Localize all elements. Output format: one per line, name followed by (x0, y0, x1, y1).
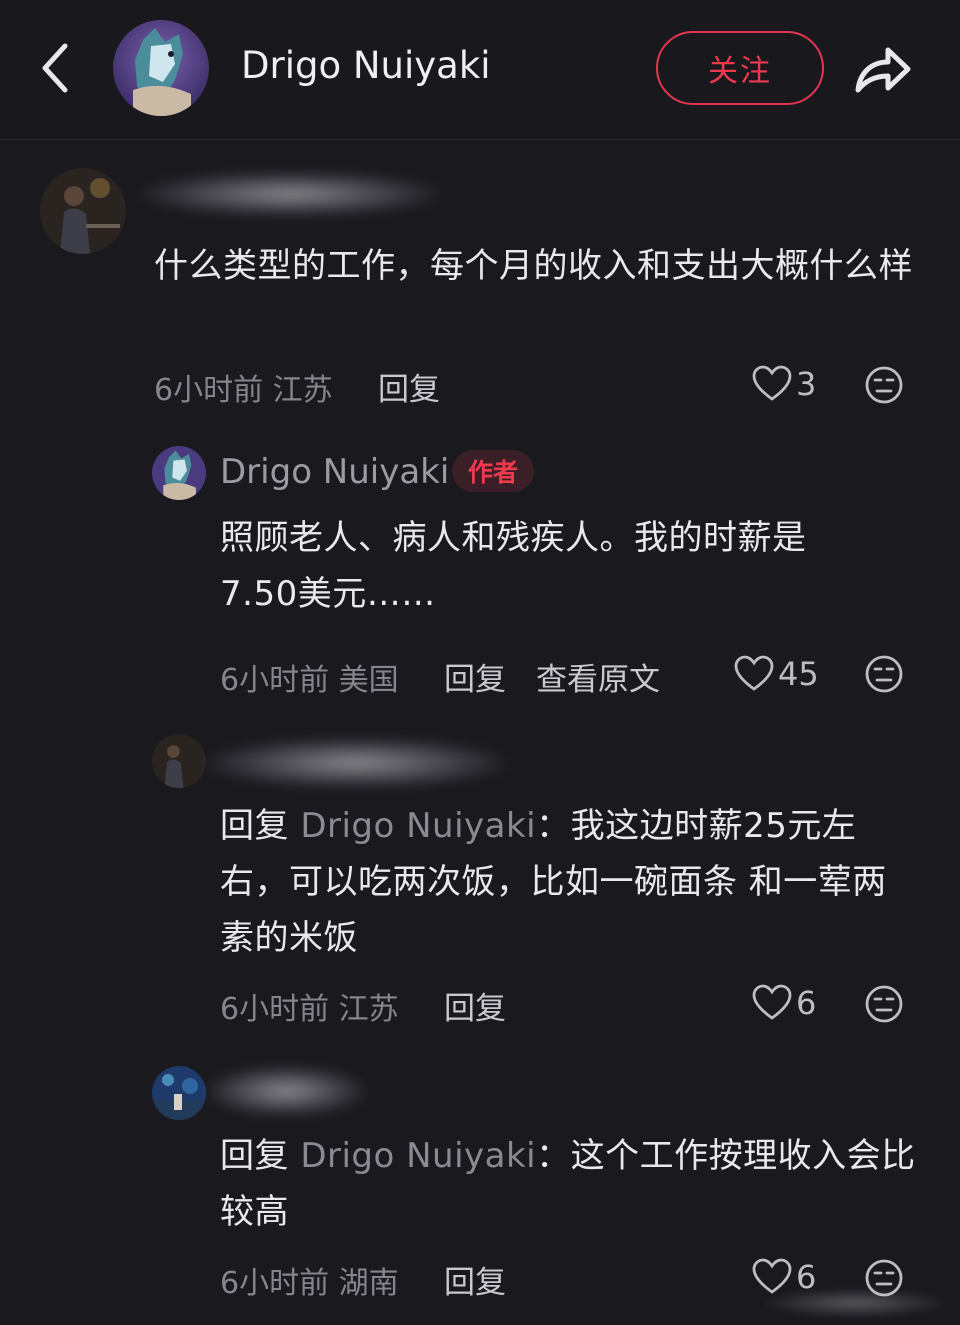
blurred-username (140, 172, 440, 216)
like-button[interactable]: 3 (752, 362, 816, 406)
follow-button[interactable]: 关注 (656, 31, 824, 105)
neutral-face-icon (865, 655, 903, 693)
reply-meta: 6小时前 江苏 (220, 984, 399, 1028)
reply-button[interactable]: 回复 (444, 654, 506, 699)
neutral-face-icon (865, 985, 903, 1023)
like-count: 3 (796, 365, 817, 403)
reply-author-name[interactable]: Drigo Nuiyaki (220, 452, 449, 492)
reply-time: 6小时前 (220, 663, 330, 698)
author-avatar[interactable] (113, 20, 209, 116)
like-count: 45 (778, 655, 819, 693)
share-button[interactable] (850, 38, 916, 100)
heart-icon (752, 365, 792, 401)
reply-text: 回复 Drigo Nuiyaki：我这边时薪25元左右，可以吃两次饭，比如一碗面… (220, 798, 920, 966)
reply-to-name[interactable]: Drigo Nuiyaki (300, 1136, 536, 1176)
reply-text: 回复 Drigo Nuiyaki：这个工作按理收入会比较高 (220, 1128, 920, 1240)
comment-meta: 6小时前 江苏 (154, 365, 333, 409)
reply-time: 6小时前 (220, 992, 330, 1027)
comment-text: 什么类型的工作，每个月的收入和支出大概什么样 (154, 246, 913, 286)
author-name[interactable]: Drigo Nuiyaki (241, 44, 491, 87)
commenter-avatar[interactable] (152, 1066, 206, 1120)
heart-icon (734, 655, 774, 691)
commenter-avatar[interactable] (40, 168, 126, 254)
reply-meta: 6小时前 美国 (220, 655, 399, 699)
reply-to-name[interactable]: Drigo Nuiyaki (300, 806, 536, 846)
author-reply-avatar[interactable] (152, 446, 206, 500)
person-photo-avatar (40, 168, 126, 254)
reply-prefix: 回复 (220, 1136, 289, 1176)
wolf-avatar-image (113, 20, 209, 116)
back-button[interactable] (30, 38, 80, 98)
reply-meta: 6小时前 湖南 (220, 1258, 399, 1302)
chevron-left-icon (42, 43, 68, 93)
reply-location: 湖南 (338, 1266, 399, 1301)
reply-location: 美国 (338, 663, 399, 698)
wolf-avatar-image (152, 446, 206, 500)
like-button[interactable]: 6 (752, 981, 816, 1025)
reply-button[interactable]: 回复 (444, 983, 506, 1028)
top-bar: Drigo Nuiyaki 关注 (0, 0, 960, 140)
author-badge: 作者 (452, 450, 535, 492)
reply-button[interactable]: 回复 (378, 364, 440, 409)
share-arrow-icon (855, 47, 911, 93)
like-button[interactable]: 45 (734, 652, 819, 696)
neutral-face-icon (865, 366, 903, 404)
reply-time: 6小时前 (220, 1266, 330, 1301)
like-count: 6 (796, 984, 817, 1022)
blurred-username (206, 738, 506, 788)
reply-button[interactable]: 回复 (444, 1257, 506, 1302)
commenter-avatar[interactable] (152, 734, 206, 788)
reaction-button[interactable] (864, 654, 904, 694)
reply-location: 江苏 (338, 992, 399, 1027)
reply-prefix: 回复 (220, 806, 289, 846)
person-photo-avatar (152, 734, 206, 788)
comment-location: 江苏 (272, 373, 333, 408)
watermark (760, 1288, 950, 1318)
view-original-button[interactable]: 查看原文 (536, 654, 660, 699)
reaction-button[interactable] (864, 984, 904, 1024)
heart-icon (752, 984, 792, 1020)
reaction-button[interactable] (864, 365, 904, 405)
comment-page: Drigo Nuiyaki 关注 什么类型的工作，每个月的收入和支出大概什么样 … (0, 0, 960, 1325)
reply-text: 照顾老人、病人和残疾人。我的时薪是7.50美元…… (220, 518, 807, 614)
night-scene-avatar (152, 1066, 206, 1120)
comment-time: 6小时前 (154, 373, 264, 408)
blurred-username (206, 1066, 366, 1116)
